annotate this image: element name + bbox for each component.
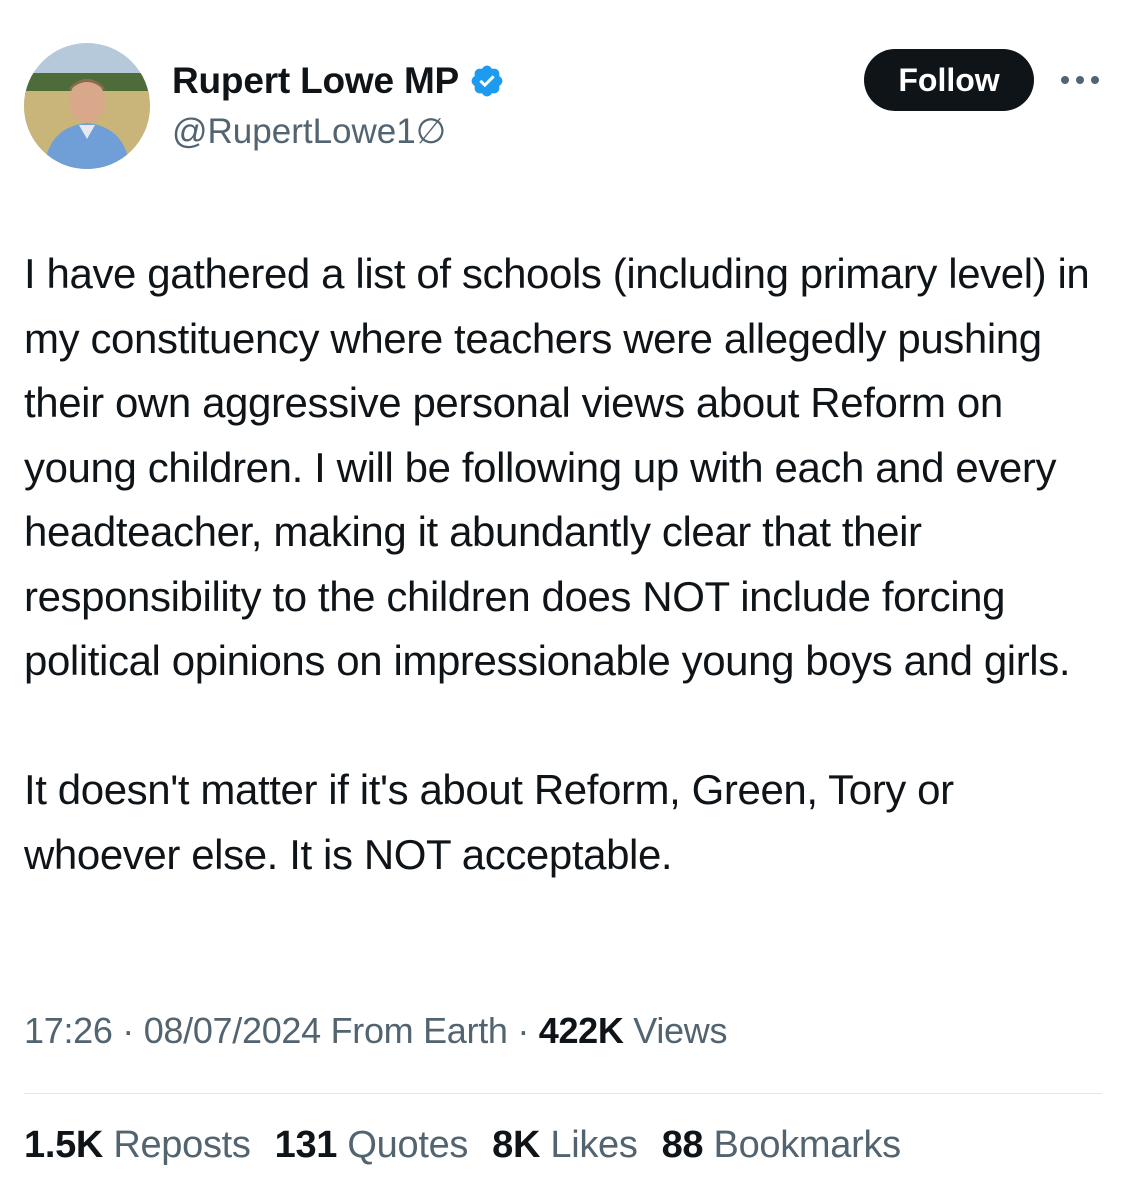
author-name-row: Rupert Lowe MP (172, 56, 505, 106)
views-label: Views (623, 1010, 728, 1051)
tweet-paragraph-2: It doesn't matter if it's about Reform, … (24, 766, 954, 878)
tweet-header: Rupert Lowe MP @RupertLowe1∅ Follow (0, 0, 1126, 180)
reposts-stat[interactable]: 1.5K Reposts (24, 1124, 251, 1167)
engagement-stats: 1.5K Reposts 131 Quotes 8K Likes 88 Book… (24, 1124, 925, 1167)
bookmarks-label: Bookmarks (703, 1124, 902, 1166)
tweet-date[interactable]: 08/07/2024 (144, 1010, 321, 1051)
profile-photo (24, 43, 150, 169)
bookmarks-count: 88 (661, 1124, 704, 1166)
reposts-count: 1.5K (24, 1124, 104, 1166)
quotes-stat[interactable]: 131 Quotes (275, 1124, 469, 1167)
quotes-label: Quotes (337, 1124, 469, 1166)
follow-button[interactable]: Follow (864, 49, 1034, 111)
tweet-location: From Earth (330, 1010, 508, 1051)
likes-count: 8K (492, 1124, 541, 1166)
tweet-paragraph-1: I have gathered a list of schools (inclu… (24, 250, 1090, 684)
quotes-count: 131 (274, 1124, 338, 1166)
meta-separator: · (112, 1010, 144, 1051)
author-handle[interactable]: @RupertLowe1∅ (172, 112, 446, 152)
more-options-icon[interactable] (1058, 72, 1102, 88)
verified-badge-icon (469, 63, 505, 99)
likes-label: Likes (540, 1124, 638, 1166)
divider (24, 1093, 1102, 1094)
tweet-time[interactable]: 17:26 (24, 1010, 113, 1051)
location-gap (321, 1010, 331, 1051)
likes-stat[interactable]: 8K Likes (492, 1124, 638, 1167)
avatar[interactable] (24, 43, 150, 169)
reposts-label: Reposts (103, 1124, 251, 1166)
views-count[interactable]: 422K (539, 1010, 624, 1051)
tweet-text: I have gathered a list of schools (inclu… (24, 242, 1104, 887)
meta-separator: · (507, 1010, 539, 1051)
bookmarks-stat[interactable]: 88 Bookmarks (661, 1124, 902, 1167)
display-name[interactable]: Rupert Lowe MP (172, 60, 459, 102)
tweet-meta: 17:26 · 08/07/2024 From Earth · 422K Vie… (24, 1010, 727, 1052)
